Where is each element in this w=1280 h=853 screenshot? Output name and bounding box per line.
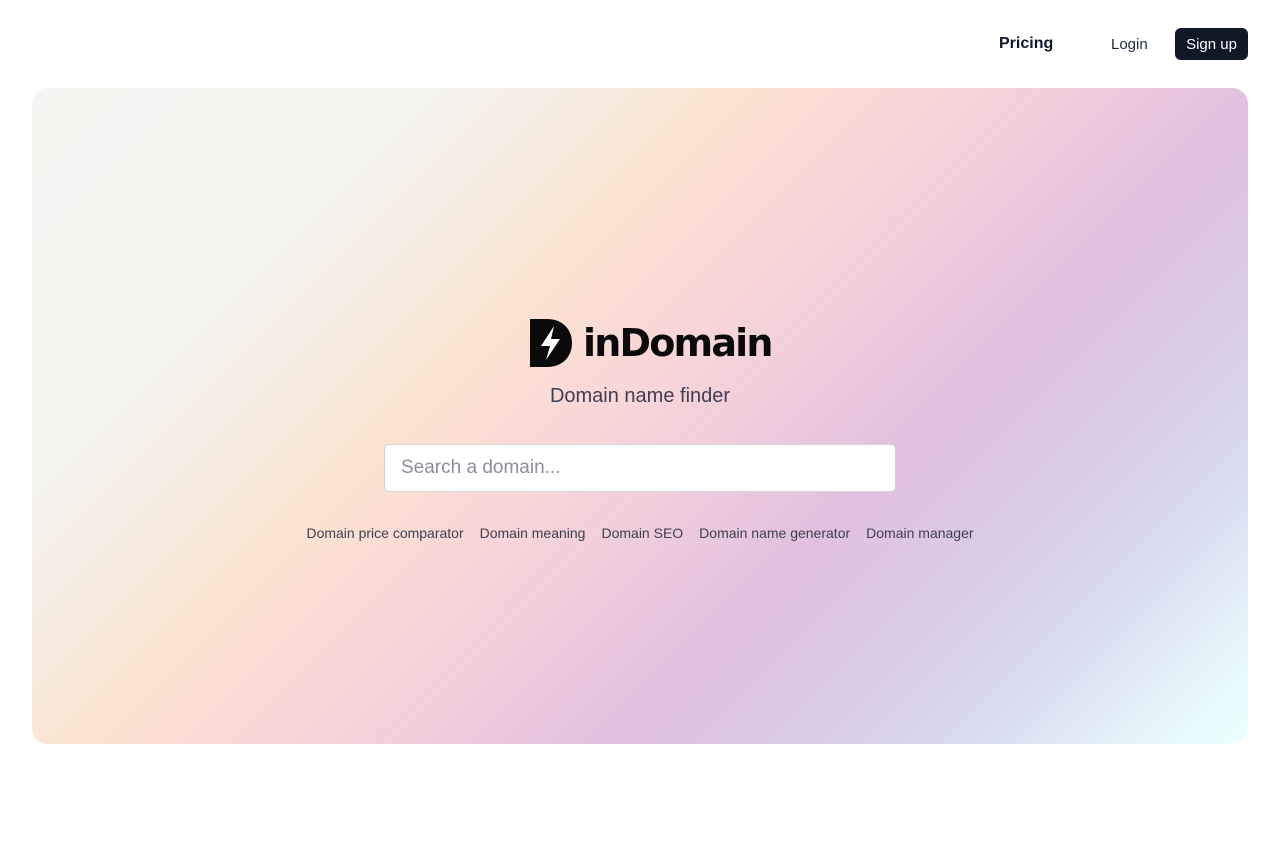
signup-button[interactable]: Sign up [1175,28,1248,60]
link-name-generator[interactable]: Domain name generator [699,525,850,541]
search-box [384,444,896,492]
search-input[interactable] [385,445,895,491]
top-navigation: Pricing Login Sign up [0,0,1280,88]
brand-name: inDomain [583,321,773,365]
pricing-link[interactable]: Pricing [985,28,1067,60]
link-domain-meaning[interactable]: Domain meaning [480,525,586,541]
tagline: Domain name finder [549,385,731,407]
lightning-d-logo-icon [530,319,572,367]
link-price-comparator[interactable]: Domain price comparator [306,525,463,541]
link-domain-manager[interactable]: Domain manager [866,525,973,541]
logo[interactable]: inDomain [530,318,773,368]
tool-links: Domain price comparator Domain meaning D… [32,525,1248,541]
hero-panel: inDomain Domain name finder Domain price… [32,88,1248,744]
login-link[interactable]: Login [1097,28,1162,60]
link-domain-seo[interactable]: Domain SEO [601,525,683,541]
